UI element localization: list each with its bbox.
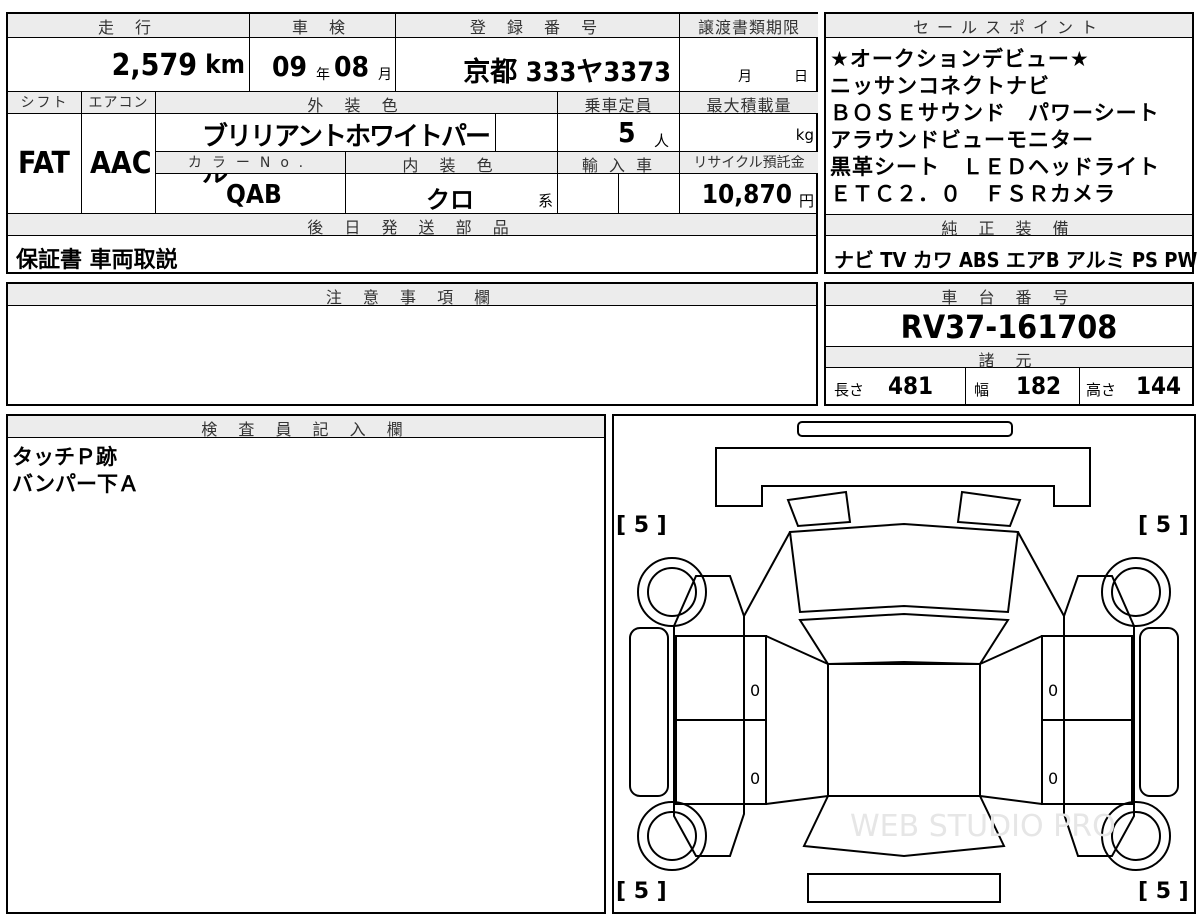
recycle-unit: 円 xyxy=(798,192,814,210)
later-parts-header: 後 日 発 送 部 品 xyxy=(8,214,816,237)
recycle-header: リサイクル預託金 xyxy=(680,152,818,174)
exterior-color-header: 外 装 色 xyxy=(156,92,558,115)
tire-grade-rear-right: [ 5 ] xyxy=(1138,879,1189,904)
width-label: 幅 xyxy=(974,381,990,399)
door-mark-front-left: 0 xyxy=(750,681,760,700)
notes-header: 注 意 事 項 欄 xyxy=(8,284,816,307)
sales-point-item: ＢＯＳＥサウンド パワーシート xyxy=(830,101,1160,125)
color-no-header: カラーNo. xyxy=(156,152,346,174)
specs-header: 諸 元 xyxy=(826,346,1192,370)
deadline-month-unit: 月 xyxy=(738,69,752,85)
load-unit: kg xyxy=(795,126,814,144)
sales-point-item: ＥＴＣ２．０ ＦＳＲカメラ xyxy=(830,182,1116,206)
max-load-cell: kg xyxy=(680,114,818,152)
shift-value: FAT xyxy=(18,146,70,181)
interior-color-cell: クロ 系 xyxy=(346,174,558,214)
transfer-deadline-header: 譲渡書類期限 xyxy=(680,14,818,38)
genuine-equipment-header: 純 正 装 備 xyxy=(826,214,1192,238)
tire-grade-rear-left: [ 5 ] xyxy=(616,879,667,904)
registration-number: 京都 333ヤ3373 xyxy=(463,57,671,88)
mileage-cell: 2,579 km xyxy=(8,38,250,92)
capacity-cell: 5 人 xyxy=(558,114,680,152)
mileage-value: 2,579 xyxy=(111,48,197,83)
length-cell: 長さ 481 xyxy=(826,368,966,404)
inspector-notes: タッチＰ跡 バンパー下Ａ xyxy=(12,444,139,498)
recycle-cell: 10,870 円 xyxy=(680,174,818,214)
chassis-header: 車 台 番 号 xyxy=(826,284,1192,307)
import-cell-2 xyxy=(619,174,680,214)
car-diagram: [ 5 ] [ 5 ] [ 5 ] [ 5 ] 0 0 0 0 WEB STUD… xyxy=(616,421,1189,904)
car-diagram-panel: [ 5 ] [ 5 ] [ 5 ] [ 5 ] 0 0 0 0 WEB STUD… xyxy=(612,414,1196,914)
mileage-header: 走 行 xyxy=(8,14,250,38)
capacity-value: 5 xyxy=(618,116,636,149)
sales-points-list: ★オークションデビュー★ ニッサンコネクトナビ ＢＯＳＥサウンド パワーシート … xyxy=(830,46,1160,208)
max-load-header: 最大積載量 xyxy=(680,92,818,115)
color-no-cell: QAB xyxy=(156,174,346,214)
registration-header: 登 録 番 号 xyxy=(396,14,680,38)
year-unit: 年 xyxy=(316,67,330,83)
color-no-value: QAB xyxy=(226,180,282,210)
later-parts-value: 保証書 車両取説 xyxy=(16,248,178,273)
genuine-equipment-value: ナビ TV カワ ABS エアB アルミ PS PW xyxy=(834,248,1198,272)
tire-grade-front-right: [ 5 ] xyxy=(1138,513,1189,538)
inspection-header: 車 検 xyxy=(250,14,396,38)
interior-color-suffix: 系 xyxy=(537,192,553,210)
length-value: 481 xyxy=(888,372,934,400)
inspector-note: タッチＰ跡 xyxy=(12,445,117,469)
inspector-note: バンパー下Ａ xyxy=(12,472,140,496)
ac-header: エアコン xyxy=(82,92,156,114)
watermark: WEB STUDIO PRO xyxy=(850,809,1116,844)
import-header: 輸 入 車 xyxy=(558,152,680,175)
inspection-month: 08 xyxy=(334,50,370,83)
deadline-cell: 月 日 xyxy=(680,38,818,92)
capacity-header: 乗車定員 xyxy=(558,92,680,115)
chassis-panel: 車 台 番 号 RV37-161708 諸 元 長さ 481 幅 182 高さ … xyxy=(824,282,1194,406)
notes-panel: 注 意 事 項 欄 xyxy=(6,282,818,406)
interior-color-header: 内 装 色 xyxy=(346,152,558,175)
recycle-value: 10,870 xyxy=(701,180,792,210)
vehicle-info-panel: 走 行 車 検 登 録 番 号 譲渡書類期限 2,579 km 09 年 08 … xyxy=(6,12,818,274)
tire-grade-front-left: [ 5 ] xyxy=(616,513,667,538)
mileage-unit: km xyxy=(205,50,245,80)
ac-value: AAC xyxy=(90,146,152,181)
height-value: 144 xyxy=(1136,372,1182,400)
door-mark-rear-left: 0 xyxy=(750,769,760,788)
sales-point-item: ★オークションデビュー★ xyxy=(830,47,1090,71)
sales-point-item: アラウンドビューモニター xyxy=(830,128,1094,152)
ac-cell: AAC xyxy=(82,114,156,214)
sales-point-item: ニッサンコネクトナビ xyxy=(830,74,1050,98)
inspector-header: 検 査 員 記 入 欄 xyxy=(8,416,604,439)
door-mark-rear-right: 0 xyxy=(1048,769,1058,788)
month-unit: 月 xyxy=(378,67,392,83)
door-mark-front-right: 0 xyxy=(1048,681,1058,700)
shift-header: シフト xyxy=(8,92,82,114)
length-label: 長さ xyxy=(834,381,865,399)
inspector-panel: 検 査 員 記 入 欄 タッチＰ跡 バンパー下Ａ xyxy=(6,414,606,914)
height-label: 高さ xyxy=(1086,381,1117,399)
shift-cell: FAT xyxy=(8,114,82,214)
height-cell: 高さ 144 xyxy=(1080,368,1192,404)
sales-point-item: 黒革シート ＬＥＤヘッドライト xyxy=(830,155,1160,179)
width-cell: 幅 182 xyxy=(966,368,1080,404)
exterior-color-extra-cell xyxy=(496,114,558,152)
inspection-cell: 09 年 08 月 xyxy=(250,38,396,92)
chassis-number: RV37-161708 xyxy=(900,308,1118,346)
interior-color-value: クロ xyxy=(426,186,474,214)
width-value: 182 xyxy=(1016,372,1062,400)
exterior-color-cell: ブリリアントホワイトパール xyxy=(156,114,496,189)
capacity-unit: 人 xyxy=(653,132,669,150)
registration-cell: 京都 333ヤ3373 xyxy=(396,38,680,92)
import-cell-1 xyxy=(558,174,619,214)
deadline-day-unit: 日 xyxy=(794,69,808,85)
inspection-year: 09 xyxy=(272,50,308,83)
sales-points-panel: セールスポイント ★オークションデビュー★ ニッサンコネクトナビ ＢＯＳＥサウン… xyxy=(824,12,1198,274)
sales-points-header: セールスポイント xyxy=(826,14,1192,38)
